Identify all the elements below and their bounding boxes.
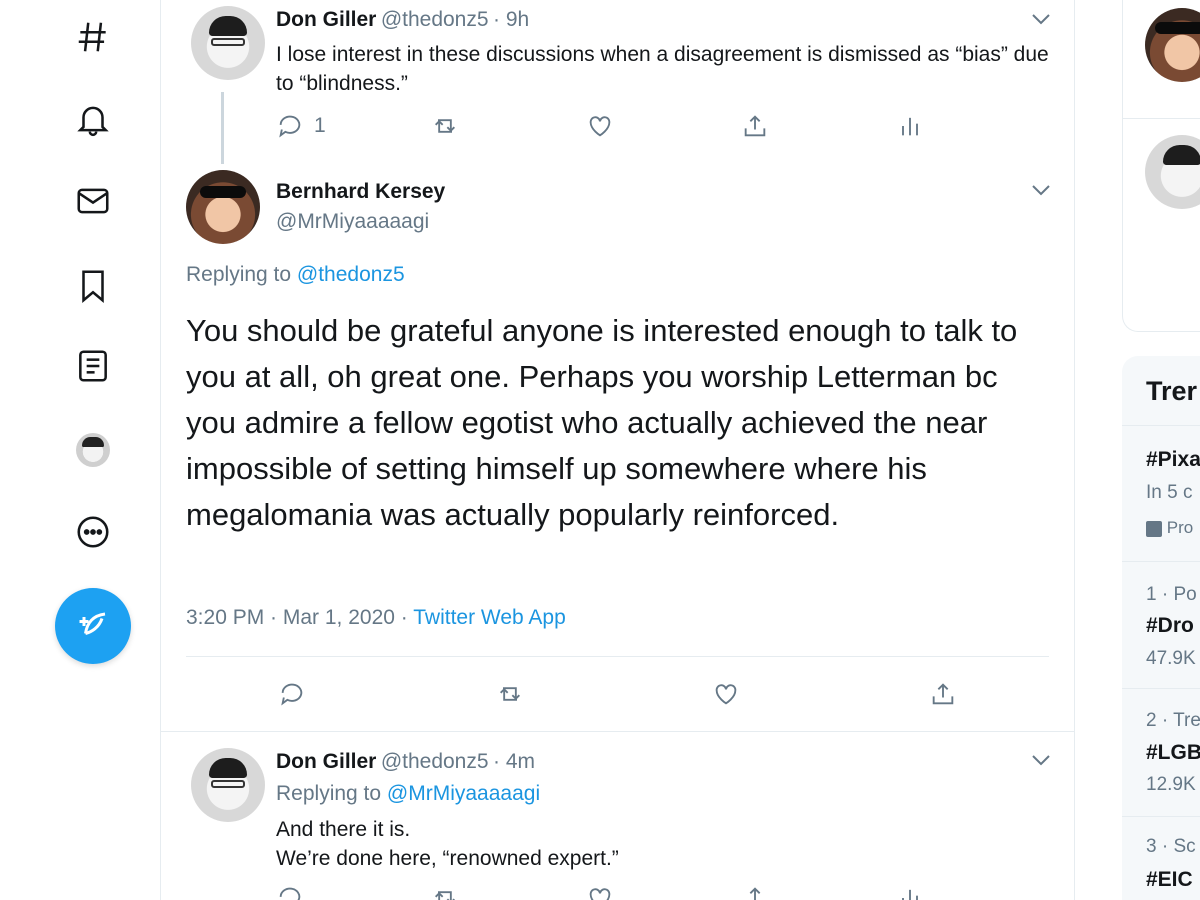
heart-icon bbox=[589, 116, 611, 137]
replying-to-link[interactable]: @MrMiyaaaaagi bbox=[387, 782, 540, 805]
chevron-down-icon[interactable] bbox=[1029, 752, 1053, 768]
bell-icon[interactable] bbox=[68, 94, 118, 144]
conversation-column: Don Giller @thedonz5 · 9h I lose interes… bbox=[160, 0, 1075, 900]
chevron-down-icon[interactable] bbox=[1029, 182, 1053, 198]
analytics-button[interactable] bbox=[896, 884, 924, 900]
replying-to-link[interactable]: @thedonz5 bbox=[297, 263, 405, 286]
divider bbox=[186, 656, 1049, 657]
retweet-icon bbox=[435, 891, 455, 900]
avatar[interactable] bbox=[186, 170, 260, 244]
retweet-icon bbox=[500, 687, 520, 701]
trend-count: 12.9K bbox=[1146, 774, 1196, 795]
compose-feather-icon bbox=[79, 612, 106, 635]
compose-tweet-button[interactable] bbox=[55, 588, 131, 664]
reply-button[interactable] bbox=[278, 680, 306, 708]
divider bbox=[1122, 561, 1200, 562]
reply-icon bbox=[281, 683, 303, 706]
retweet-button[interactable] bbox=[431, 112, 459, 140]
author-name[interactable]: Bernhard Kersey bbox=[276, 180, 445, 204]
tweet-text-line: We’re done here, “renowned expert.” bbox=[276, 847, 619, 870]
tweet-text-line: And there it is. bbox=[276, 818, 411, 841]
share-icon bbox=[749, 887, 761, 900]
mail-icon[interactable] bbox=[68, 176, 118, 226]
tweet-time[interactable]: · 4m bbox=[493, 750, 535, 773]
avatar[interactable] bbox=[1145, 8, 1200, 82]
trend-meta: 3 · Sc bbox=[1146, 836, 1196, 857]
bookmark-icon[interactable] bbox=[68, 261, 118, 311]
author-name[interactable]: Don Giller bbox=[276, 8, 376, 31]
tweet-timestamp[interactable]: 3:20 PM · Mar 1, 2020 · bbox=[186, 606, 408, 629]
share-button[interactable] bbox=[741, 884, 769, 900]
primary-nav bbox=[0, 0, 160, 900]
replying-label: Replying to bbox=[276, 782, 382, 805]
divider bbox=[1123, 118, 1200, 119]
more-icon[interactable] bbox=[68, 507, 118, 557]
trends-title: Trer bbox=[1146, 376, 1198, 406]
author-handle[interactable]: @thedonz5 bbox=[381, 750, 489, 773]
retweet-icon bbox=[435, 119, 455, 133]
like-button[interactable] bbox=[586, 112, 614, 140]
share-icon bbox=[932, 683, 954, 705]
trend-tag: #Pixa bbox=[1146, 448, 1200, 471]
reply-icon bbox=[279, 115, 301, 138]
analytics-button[interactable] bbox=[896, 112, 924, 140]
tweet-text: I lose interest in these discussions whe… bbox=[276, 43, 1049, 95]
reply-button[interactable]: 1 bbox=[276, 112, 326, 140]
trend-meta: In 5 c bbox=[1146, 482, 1193, 503]
reply-button[interactable] bbox=[276, 884, 304, 900]
tweet-time[interactable]: · 9h bbox=[493, 8, 529, 31]
trend-tag: #EIC bbox=[1146, 868, 1193, 891]
list-icon[interactable] bbox=[68, 341, 118, 391]
trends-card: Trer #Pixa In 5 c Pro 1 · Po #Dro 47.9K … bbox=[1122, 356, 1200, 900]
reply-count: 1 bbox=[314, 114, 326, 137]
like-button[interactable] bbox=[712, 680, 740, 708]
retweet-button[interactable] bbox=[496, 680, 524, 708]
replying-label: Replying to bbox=[186, 263, 292, 286]
trend-tag: #Dro bbox=[1146, 614, 1194, 637]
avatar[interactable] bbox=[191, 748, 265, 822]
trend-tag: #LGB bbox=[1146, 741, 1200, 764]
promoted-label: Pro bbox=[1166, 518, 1194, 537]
divider bbox=[1122, 816, 1200, 817]
right-sidebar: Trer #Pixa In 5 c Pro 1 · Po #Dro 47.9K … bbox=[1075, 0, 1200, 900]
author-handle[interactable]: @thedonz5 bbox=[381, 8, 489, 31]
heart-icon bbox=[715, 684, 737, 705]
share-button[interactable] bbox=[741, 112, 769, 140]
analytics-icon bbox=[902, 117, 918, 136]
thread-line bbox=[221, 92, 224, 164]
chevron-down-icon[interactable] bbox=[1029, 11, 1053, 27]
retweet-button[interactable] bbox=[431, 884, 459, 900]
author-handle[interactable]: @MrMiyaaaaagi bbox=[276, 210, 429, 234]
divider bbox=[1122, 688, 1200, 689]
trend-meta: 1 · Po bbox=[1146, 584, 1197, 605]
explore-hashtag-icon[interactable] bbox=[68, 12, 118, 62]
like-button[interactable] bbox=[586, 884, 614, 900]
trend-meta: 2 · Tre bbox=[1146, 710, 1200, 731]
share-icon bbox=[744, 115, 766, 137]
avatar[interactable] bbox=[191, 6, 265, 80]
promoted-icon bbox=[1146, 520, 1162, 537]
share-button[interactable] bbox=[929, 680, 957, 708]
who-to-follow-card bbox=[1122, 0, 1200, 332]
divider bbox=[161, 731, 1074, 732]
author-name[interactable]: Don Giller bbox=[276, 750, 376, 773]
trend-count: 47.9K bbox=[1146, 648, 1196, 669]
tweet-source[interactable]: Twitter Web App bbox=[413, 606, 566, 629]
analytics-icon bbox=[902, 889, 918, 900]
tweet-text: You should be grateful anyone is interes… bbox=[186, 313, 1018, 532]
divider bbox=[1122, 425, 1200, 426]
profile-avatar-icon[interactable] bbox=[68, 425, 118, 475]
avatar[interactable] bbox=[1145, 135, 1200, 209]
reply-icon bbox=[279, 887, 301, 900]
heart-icon bbox=[589, 888, 611, 900]
